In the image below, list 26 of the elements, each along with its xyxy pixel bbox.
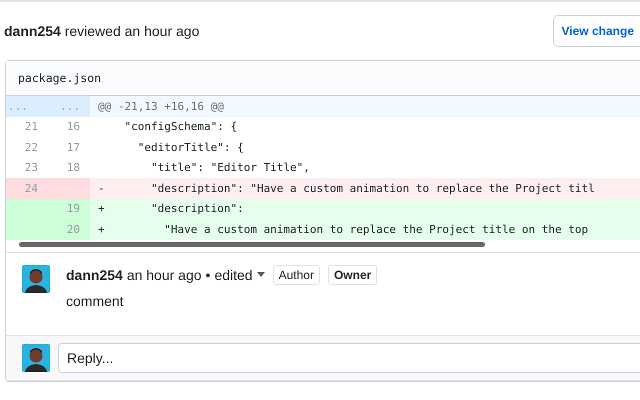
review-heading: dann254 reviewed an hour ago <box>4 23 200 39</box>
view-changes-button[interactable]: View change <box>552 15 640 47</box>
reply-field[interactable]: Reply... <box>58 342 640 372</box>
hunk-header: @@ -21,13 +16,16 @@ <box>97 100 224 113</box>
comment-body: comment <box>66 292 125 308</box>
code-line: "editorTitle": { <box>136 140 244 154</box>
comment-author[interactable]: dann254 <box>66 266 123 282</box>
role-badge: Author <box>272 264 320 284</box>
code-line: - "description": "Have a custom animation to replace the Project titl <box>97 182 595 195</box>
role-badge: Owner <box>328 264 378 284</box>
separator-dot: • <box>206 266 210 282</box>
avatar-icon <box>22 264 50 292</box>
comment-time: an hour ago <box>126 266 202 282</box>
line-number: 24 <box>6 178 48 198</box>
file-name: package.json <box>18 71 102 85</box>
code-line: + "description": <box>97 202 244 216</box>
line-number: 20 <box>48 219 90 240</box>
code-line: "title": "Editor Title", <box>150 161 310 174</box>
line-number: 19 <box>48 198 90 219</box>
gutter-cell <box>48 178 90 198</box>
code-line: "configSchema": { <box>123 120 238 134</box>
caret-icon[interactable] <box>256 272 265 277</box>
scrollbar-thumb[interactable] <box>19 242 485 246</box>
edited-label[interactable]: edited <box>214 266 253 282</box>
avatar-icon <box>22 344 50 372</box>
code-line: + "Have a custom animation to replace the Project title on the top <box>97 222 588 236</box>
